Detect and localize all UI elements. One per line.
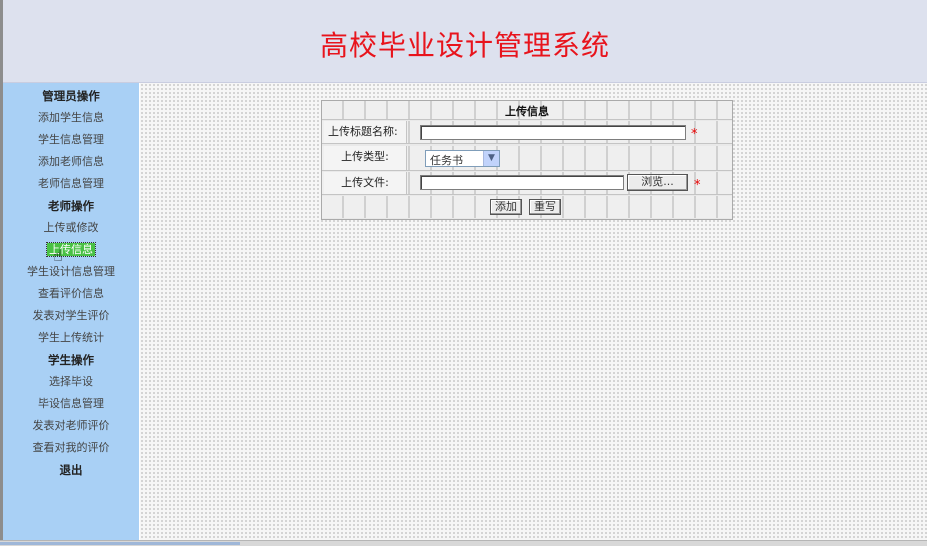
required-mark: * <box>694 178 701 193</box>
header-banner: 高校毕业设计管理系统 <box>3 0 927 83</box>
sidebar-item-logout[interactable]: 退出 <box>3 459 139 481</box>
add-button[interactable]: 添加 <box>490 199 522 215</box>
sidebar-item-choose-design[interactable]: 选择毕设 <box>3 371 139 393</box>
form-row-type: 上传类型: 任务书 ▼ <box>322 146 732 171</box>
type-select[interactable]: 任务书 ▼ <box>425 150 500 167</box>
sidebar-group-student: 学生操作 <box>48 353 94 367</box>
sidebar-item-add-student[interactable]: 添加学生信息 <box>3 107 139 129</box>
form-row-file: 上传文件: 浏览... * <box>322 172 732 195</box>
sidebar-item-evaluate-teacher[interactable]: 发表对老师评价 <box>3 415 139 437</box>
page-title: 高校毕业设计管理系统 <box>319 29 610 62</box>
type-label: 上传类型: <box>324 146 407 170</box>
type-select-value: 任务书 <box>430 154 463 167</box>
sidebar-group-admin: 管理员操作 <box>42 89 100 103</box>
sidebar-item-evaluate-student[interactable]: 发表对学生评价 <box>3 305 139 327</box>
hand-cursor-icon: ☝ <box>53 246 63 265</box>
sidebar-item-upload-or-edit[interactable]: 上传或修改 <box>3 217 139 239</box>
title-input[interactable] <box>420 125 686 140</box>
file-label: 上传文件: <box>324 172 407 194</box>
upload-form: 上传信息 上传标题名称: * 上传类型: 任务书 ▼ 上传文件: 浏览... *… <box>321 100 733 220</box>
sidebar: 管理员操作 添加学生信息 学生信息管理 添加老师信息 老师信息管理 老师操作 上… <box>3 83 139 540</box>
sidebar-item-teacher-management[interactable]: 老师信息管理 <box>3 173 139 195</box>
file-path-input[interactable] <box>420 175 624 190</box>
form-row-title: 上传标题名称: * <box>322 121 732 144</box>
title-label: 上传标题名称: <box>324 121 407 143</box>
sidebar-item-view-my-evaluation[interactable]: 查看对我的评价 <box>3 437 139 459</box>
sidebar-item-student-design-management[interactable]: 学生设计信息管理 <box>3 261 139 283</box>
sidebar-item-upload-statistics[interactable]: 学生上传统计 <box>3 327 139 349</box>
required-mark: * <box>691 127 698 142</box>
browse-button[interactable]: 浏览... <box>627 174 688 191</box>
sidebar-item-design-management[interactable]: 毕设信息管理 <box>3 393 139 415</box>
sidebar-item-add-teacher[interactable]: 添加老师信息 <box>3 151 139 173</box>
sidebar-item-upload-info[interactable]: 上传信息 ☝ <box>3 239 139 265</box>
sidebar-item-student-management[interactable]: 学生信息管理 <box>3 129 139 151</box>
bottom-scrollbar[interactable] <box>0 540 927 546</box>
sidebar-item-view-evaluation[interactable]: 查看评价信息 <box>3 283 139 305</box>
chevron-down-icon[interactable]: ▼ <box>483 151 499 166</box>
form-header: 上传信息 <box>322 101 732 120</box>
sidebar-group-teacher: 老师操作 <box>48 199 94 213</box>
form-row-actions: 添加 重写 <box>322 196 732 218</box>
form-title: 上传信息 <box>505 105 549 118</box>
reset-button[interactable]: 重写 <box>529 199 561 215</box>
